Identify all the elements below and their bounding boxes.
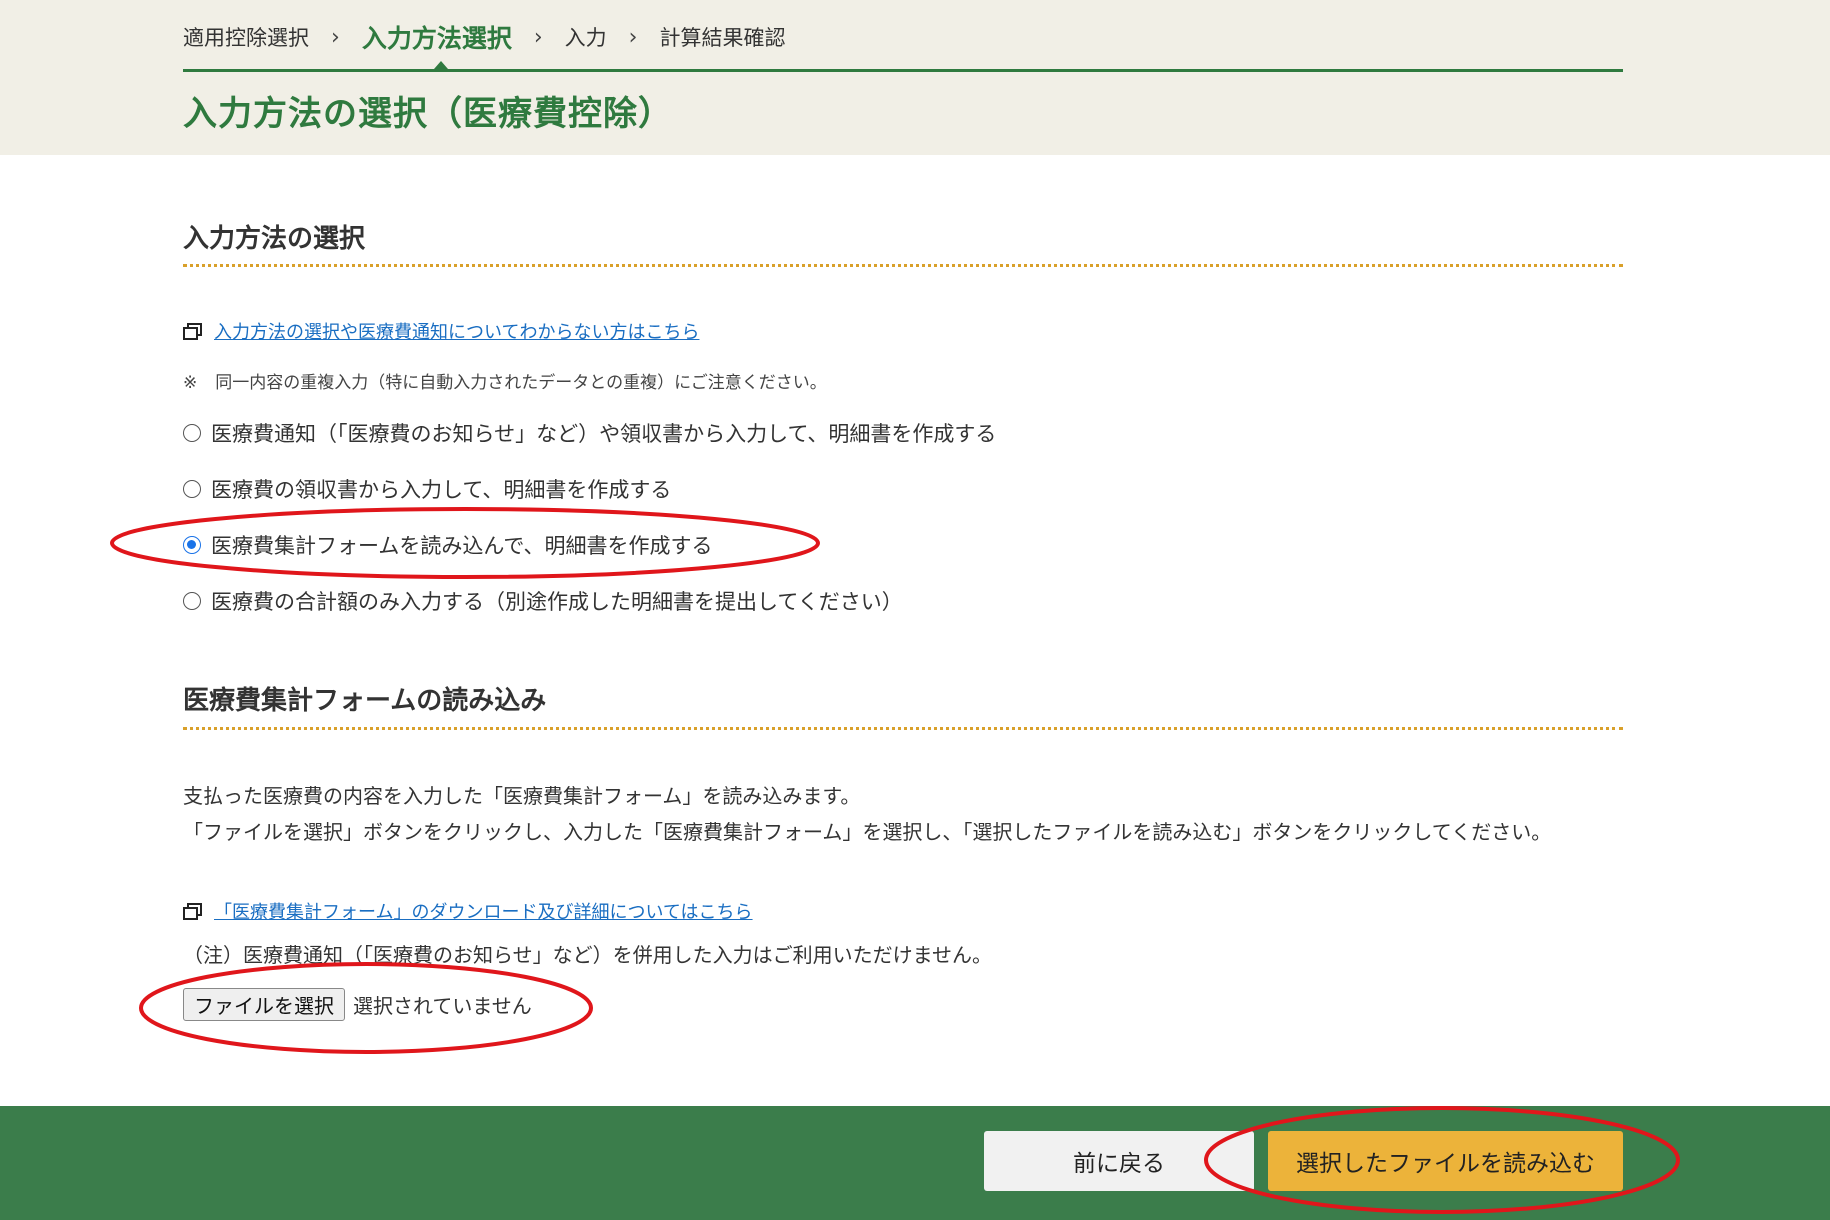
radio-label: 医療費通知（「医療費のお知らせ」など）や領収書から入力して、明細書を作成する	[211, 422, 997, 446]
breadcrumb-step-input: 入力	[564, 26, 607, 50]
chevron-right-icon: ›	[628, 24, 638, 50]
load-selected-file-button[interactable]: 選択したファイルを読み込む	[1268, 1131, 1623, 1191]
section-divider	[183, 264, 1623, 267]
choose-file-button[interactable]: ファイルを選択	[183, 988, 345, 1021]
radio-button[interactable]	[183, 480, 201, 498]
radio-button[interactable]	[183, 592, 201, 610]
section-heading-input-method: 入力方法の選択	[183, 224, 366, 254]
caution-text: （注）医療費通知（「医療費のお知らせ」など）を併用した入力はご利用いただけません…	[183, 943, 992, 967]
description-line: 「ファイルを選択」ボタンをクリックし、入力した「医療費集計フォーム」を選択し、「…	[183, 820, 1552, 844]
radio-button[interactable]	[183, 424, 201, 442]
radio-option-aggregate-form[interactable]: 医療費集計フォームを読み込んで、明細書を作成する	[183, 530, 712, 560]
file-status-text: 選択されていません	[353, 994, 532, 1018]
chevron-right-icon: ›	[331, 24, 340, 50]
section-divider	[183, 727, 1623, 730]
radio-label: 医療費集計フォームを読み込んで、明細書を作成する	[211, 534, 713, 558]
chevron-right-icon: ›	[533, 24, 543, 50]
description-line: 支払った医療費の内容を入力した「医療費集計フォーム」を読み込みます。	[183, 784, 861, 808]
note-text: 同一内容の重複入力（特に自動入力されたデータとの重複）にご注意ください。	[215, 373, 827, 393]
back-button[interactable]: 前に戻る	[984, 1131, 1254, 1191]
new-window-icon	[183, 902, 202, 920]
page-header: 適用控除選択 › 入力方法選択 › 入力 › 計算結果確認 入力方法の選択（医療…	[0, 0, 1830, 155]
radio-label: 医療費の領収書から入力して、明細書を作成する	[211, 478, 672, 502]
section-heading-form-upload: 医療費集計フォームの読み込み	[183, 686, 547, 716]
help-link-row: 入力方法の選択や医療費通知についてわからない方はこちら	[183, 318, 699, 344]
form-upload-description: 支払った医療費の内容を入力した「医療費集計フォーム」を読み込みます。 「ファイル…	[183, 778, 1603, 850]
radio-button-selected[interactable]	[183, 536, 201, 554]
breadcrumb-step-input-method: 入力方法選択	[361, 24, 512, 53]
help-link-input-method[interactable]: 入力方法の選択や医療費通知についてわからない方はこちら	[214, 318, 699, 344]
new-window-icon	[183, 322, 202, 340]
download-form-link[interactable]: 「医療費集計フォーム」のダウンロード及び詳細についてはこちら	[214, 898, 753, 924]
current-step-marker-icon	[434, 61, 448, 69]
page-title: 入力方法の選択（医療費控除）	[183, 94, 673, 134]
duplicate-input-note: ※ 同一内容の重複入力（特に自動入力されたデータとの重複）にご注意ください。	[183, 368, 827, 393]
radio-option-total-only[interactable]: 医療費の合計額のみ入力する（別途作成した明細書を提出してください）	[183, 586, 903, 616]
radio-option-receipts[interactable]: 医療費の領収書から入力して、明細書を作成する	[183, 474, 671, 504]
breadcrumb: 適用控除選択 › 入力方法選択 › 入力 › 計算結果確認	[183, 18, 807, 56]
download-link-row: 「医療費集計フォーム」のダウンロード及び詳細についてはこちら	[183, 898, 753, 924]
breadcrumb-step-deduction: 適用控除選択	[183, 26, 309, 50]
radio-option-notice-and-receipts[interactable]: 医療費通知（「医療費のお知らせ」など）や領収書から入力して、明細書を作成する	[183, 418, 996, 448]
breadcrumb-underline	[183, 69, 1623, 72]
file-chooser: ファイルを選択 選択されていません	[183, 988, 532, 1021]
radio-label: 医療費の合計額のみ入力する（別途作成した明細書を提出してください）	[211, 590, 903, 614]
breadcrumb-step-result: 計算結果確認	[659, 26, 786, 50]
note-mark: ※	[183, 373, 198, 393]
